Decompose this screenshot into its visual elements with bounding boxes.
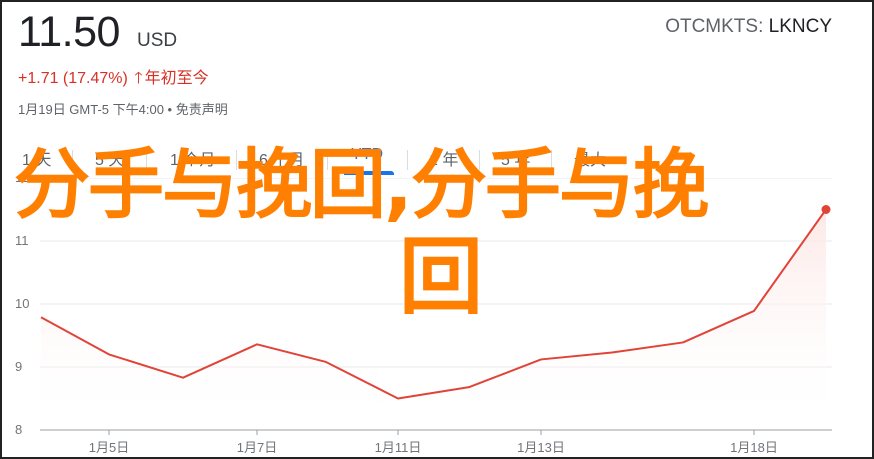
y-tick-label: 9 (15, 359, 22, 374)
watermark-text-line-2: 回 (399, 228, 484, 326)
symbol-label: LKNCY (768, 16, 832, 37)
change-period: 年初至今 (144, 70, 209, 87)
currency-label: USD (137, 30, 178, 51)
x-tick-label: 1月13日 (517, 440, 565, 455)
watermark-text-line-1: 分手与挽回,分手与挽 (14, 140, 709, 229)
exchange-label: OTCMKTS (665, 16, 759, 37)
arrow-up-icon: 🡑 (134, 70, 143, 87)
change-value: +1.71 (17.47%) (18, 70, 128, 87)
ticker-separator: : (758, 16, 769, 37)
x-tick-label: 1月5日 (89, 440, 129, 455)
x-tick-label: 1月7日 (237, 440, 277, 455)
quote-timestamp: 1月19日 GMT-5 下午4:00 • 免责声明 (18, 102, 228, 117)
y-tick-label: 10 (15, 296, 29, 311)
x-tick-label: 1月11日 (375, 440, 422, 455)
price-change: +1.71 (17.47%) 🡑 年初至今 (18, 64, 209, 94)
y-tick-label: 8 (15, 422, 22, 437)
y-tick-label: 11 (15, 233, 29, 248)
stock-price: 11.50 (18, 8, 120, 56)
x-tick-label: 1月18日 (730, 440, 778, 455)
ticker-symbol[interactable]: OTCMKTS: LKNCY (665, 16, 832, 38)
last-price-marker (821, 205, 831, 214)
